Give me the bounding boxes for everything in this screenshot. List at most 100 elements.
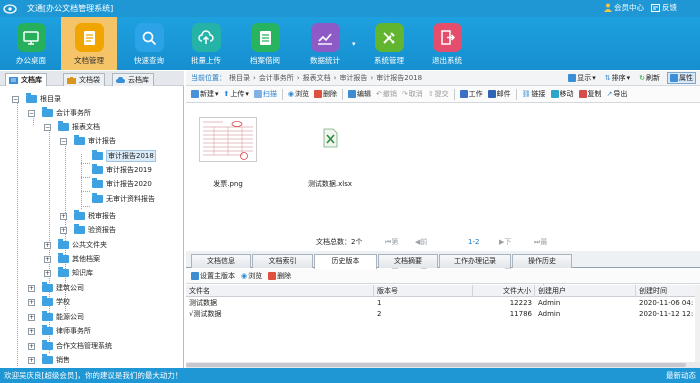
- next-page-button[interactable]: ▶ 下一页: [499, 235, 511, 276]
- tab-document-index[interactable]: 文档索引: [252, 254, 313, 268]
- welcome-message: 欢迎吴庆良[超级会员]，你的建议是我们的最大动力！: [4, 371, 183, 380]
- export-button[interactable]: ↗ 导出: [605, 88, 630, 101]
- tab-document-library-label: 文档库: [21, 76, 42, 84]
- user-icon: [604, 3, 612, 12]
- invoice-thumbnail: [199, 117, 257, 162]
- table-row[interactable]: 测试数据 1 12223 Admin 2020-11-06 04:: [186, 298, 696, 309]
- user-center-label: 会员中心: [614, 3, 644, 12]
- page-range: 1-2: [468, 238, 480, 246]
- edit-icon: [348, 90, 357, 98]
- action-bar: 新建 ▾ ⬆ 上传 ▾ 扫描 ◉ 浏览 删除 编辑 ↶ 撤销 ↷ 取消 ⇧ 提交 工作 邮件 …: [186, 86, 700, 103]
- delete-button[interactable]: 删除: [312, 88, 339, 101]
- file-name: 测试数据.xlsx: [307, 180, 353, 188]
- title-bar: 文通[办公文档管理系统] 会员中心 反馈: [0, 0, 700, 17]
- toolbar-upload-button[interactable]: 批量上传: [178, 17, 234, 70]
- breadcrumb-item[interactable]: 会计事务所: [259, 71, 294, 85]
- cell-created-time: 2020-11-12 12:: [639, 310, 694, 318]
- scan-icon: [253, 90, 262, 98]
- work-icon: [459, 90, 468, 98]
- tab-history-versions[interactable]: 历史版本: [314, 254, 377, 269]
- delete-icon: [268, 272, 277, 280]
- version-delete-button[interactable]: 删除: [266, 270, 293, 283]
- user-center-button[interactable]: 会员中心: [604, 2, 644, 13]
- toolbar-system-button[interactable]: 系统管理: [361, 17, 417, 70]
- breadcrumb-item[interactable]: 根目录: [229, 71, 250, 85]
- sort-button[interactable]: ⇅ 排序 ▾: [603, 72, 632, 84]
- column-header[interactable]: 创建用户: [535, 285, 636, 297]
- folder-icon: [92, 193, 103, 203]
- link-icon: ⛓: [521, 90, 531, 98]
- tab-operation-history[interactable]: 操作历史: [512, 254, 572, 268]
- move-icon: [550, 90, 559, 98]
- submit-button[interactable]: ⇧ 提交: [426, 88, 451, 101]
- folder-icon: [58, 239, 69, 249]
- breadcrumb-item[interactable]: 审计报告2018: [376, 71, 422, 85]
- properties-button[interactable]: 属性: [667, 72, 696, 84]
- toolbar-search-button[interactable]: 快速查询: [121, 17, 177, 70]
- desktop-icon: [16, 23, 46, 52]
- folder-icon: [42, 354, 53, 364]
- mail-button[interactable]: 邮件: [486, 88, 513, 101]
- folder-icon: [42, 340, 53, 350]
- feedback-button[interactable]: 反馈: [651, 2, 677, 13]
- folder-icon: [42, 311, 53, 321]
- folder-icon: [58, 267, 69, 277]
- tab-document-summary[interactable]: 文档摘要: [378, 254, 438, 268]
- breadcrumb-item[interactable]: 审计报告: [339, 71, 367, 85]
- table-row[interactable]: √测试数据 2 11786 Admin 2020-11-12 12:: [186, 309, 696, 320]
- vertical-scrollbar[interactable]: [695, 285, 700, 368]
- column-header[interactable]: 文件名: [189, 285, 374, 297]
- folder-icon: [42, 107, 53, 117]
- toolbar-exit-button[interactable]: 退出系统: [419, 17, 475, 70]
- toolbar-documents-button[interactable]: 文档管理: [61, 17, 117, 70]
- folder-icon: [58, 253, 69, 263]
- toolbar-stats-label: 数据统计: [310, 56, 340, 65]
- link-button[interactable]: ⛓ 链接: [520, 88, 548, 101]
- breadcrumb-item[interactable]: 报表文档: [303, 71, 331, 85]
- upload-button[interactable]: ⬆ 上传 ▾: [222, 88, 251, 101]
- copy-button[interactable]: 复制: [577, 88, 604, 101]
- scrollbar-thumb[interactable]: [186, 363, 686, 367]
- view-icon: [568, 74, 577, 82]
- prev-page-button[interactable]: ◀ 前一页: [415, 235, 427, 276]
- cell-created-time: 2020-11-06 04:: [639, 299, 694, 307]
- view-button[interactable]: 显示 ▾: [566, 72, 598, 84]
- toolbar-system-label: 系统管理: [374, 56, 404, 65]
- new-button[interactable]: 新建 ▾: [189, 88, 221, 101]
- feedback-label: 反馈: [662, 3, 677, 12]
- column-header[interactable]: 创建时间: [636, 285, 696, 297]
- toolbar-desktop-button[interactable]: 办公桌面: [3, 17, 59, 70]
- tab-document-info[interactable]: 文档信息: [191, 254, 251, 268]
- browse-button[interactable]: ◉ 浏览: [286, 88, 311, 101]
- feedback-icon: [651, 3, 660, 12]
- move-button[interactable]: 移动: [549, 88, 576, 101]
- tab-document-library[interactable]: 文档库: [5, 73, 47, 86]
- scan-button[interactable]: 扫描: [252, 88, 279, 101]
- delete-icon: [314, 90, 323, 98]
- last-page-button[interactable]: ⏭ 最后一页: [534, 235, 547, 291]
- tab-cloud-library[interactable]: 云档库: [112, 73, 154, 86]
- toolbar-stats-button[interactable]: 数据统计: [297, 17, 353, 70]
- latest-news-link[interactable]: 最新动态: [666, 368, 696, 383]
- toolbar-archive-button[interactable]: 档案借阅: [237, 17, 293, 70]
- version-browse-button[interactable]: ◉ 浏览: [239, 270, 264, 283]
- set-main-version-icon: [191, 272, 199, 280]
- set-main-version-button[interactable]: 设置主版本: [189, 270, 237, 283]
- submit-icon: ⇧: [427, 90, 434, 98]
- refresh-button[interactable]: ↻ 刷新: [637, 72, 662, 84]
- column-header[interactable]: 文件大小: [473, 285, 535, 297]
- undo-icon: ↶: [376, 90, 382, 98]
- cancel-button[interactable]: ↷ 取消: [400, 88, 425, 101]
- tab-work-records[interactable]: 工作办理记录: [439, 254, 511, 268]
- edit-button[interactable]: 编辑: [346, 88, 373, 101]
- work-button[interactable]: 工作: [458, 88, 485, 101]
- folder-icon: [92, 150, 103, 160]
- stats-dropdown-icon[interactable]: ▾: [352, 40, 356, 48]
- first-page-button[interactable]: ⏮ 第一页: [385, 235, 398, 276]
- archive-icon: [250, 23, 280, 52]
- tab-document-bag[interactable]: 文档袋: [63, 73, 105, 86]
- excel-file-icon: [323, 128, 338, 148]
- column-header[interactable]: 版本号: [374, 285, 473, 297]
- copy-icon: [578, 90, 587, 98]
- undo-button[interactable]: ↶ 撤销: [374, 88, 399, 101]
